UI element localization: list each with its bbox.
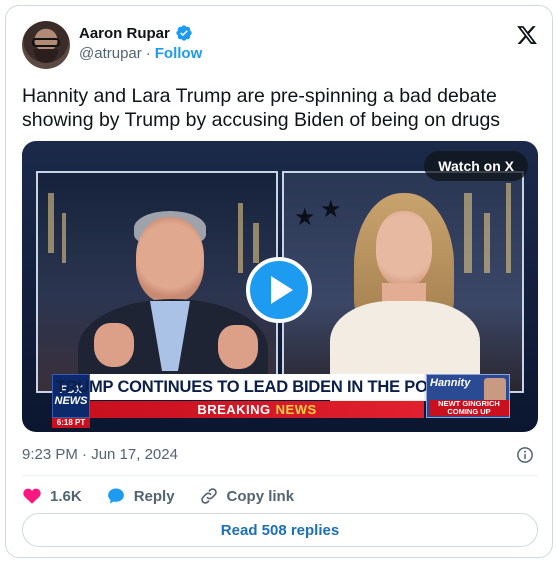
- follow-button[interactable]: Follow: [155, 45, 203, 62]
- link-icon: [200, 488, 217, 504]
- copy-link-button[interactable]: Copy link: [199, 486, 295, 506]
- watch-on-x-button[interactable]: Watch on X: [424, 151, 528, 181]
- host-hand-right: [218, 325, 258, 369]
- show-caption-line2: COMING UP: [447, 407, 491, 416]
- video-panel-right: ★ ★: [282, 171, 524, 401]
- divider: [22, 475, 538, 476]
- x-logo-icon[interactable]: [516, 24, 538, 46]
- network-logo-line2: NEWS: [54, 395, 88, 407]
- play-icon: [271, 276, 293, 304]
- like-button[interactable]: 1.6K: [22, 486, 82, 506]
- avatar-glasses: [32, 38, 60, 47]
- show-name: Hannity: [430, 377, 471, 389]
- tweet-card: Aaron Rupar @atrupar · Follow Hannity an…: [5, 5, 553, 558]
- author-handle[interactable]: @atrupar: [79, 45, 142, 62]
- guest-face: [376, 211, 432, 287]
- heart-icon: [23, 488, 41, 504]
- author-name[interactable]: Aaron Rupar: [79, 25, 170, 42]
- handle-separator: ·: [145, 45, 151, 62]
- reply-bubble-icon: [107, 488, 124, 504]
- action-bar: 1.6K Reply Copy link: [22, 484, 318, 508]
- info-icon[interactable]: [516, 446, 534, 464]
- author-handle-row: @atrupar · Follow: [79, 45, 202, 62]
- likes-count: 1.6K: [50, 487, 82, 505]
- chyron-headline: TRUMP CONTINUES TO LEAD BIDEN IN THE POL…: [56, 374, 458, 400]
- author-avatar[interactable]: [22, 21, 70, 69]
- verified-badge-icon: [176, 25, 192, 41]
- chyron-news-text: NEWS: [275, 402, 317, 417]
- show-caption: NEWT GINGRICH COMING UP: [429, 400, 509, 416]
- host-face: [136, 217, 204, 303]
- chyron-breaking-bar: BREAKING NEWS: [90, 401, 424, 418]
- tweet-text: Hannity and Lara Trump are pre-spinning …: [22, 85, 501, 131]
- tweet-timestamp[interactable]: 9:23 PM · Jun 17, 2024: [22, 446, 178, 463]
- video-player[interactable]: ★ ★ FOX NEWS 6:18 PT TRUMP CONTINUES TO …: [22, 141, 538, 432]
- reply-label: Reply: [133, 487, 175, 505]
- read-replies-button[interactable]: Read 508 replies: [22, 513, 538, 547]
- chyron-breaking-text: BREAKING: [197, 402, 271, 417]
- network-time: 6:18 PT: [52, 418, 90, 428]
- play-button[interactable]: [246, 257, 312, 323]
- video-panel-left: [36, 171, 278, 399]
- show-badge: Hannity NEWT GINGRICH COMING UP: [426, 374, 510, 418]
- copy-link-label: Copy link: [226, 487, 295, 505]
- reply-button[interactable]: Reply: [106, 486, 175, 506]
- author-name-row: Aaron Rupar: [79, 24, 193, 42]
- host-hand-left: [94, 323, 134, 367]
- avatar-beard: [34, 49, 58, 63]
